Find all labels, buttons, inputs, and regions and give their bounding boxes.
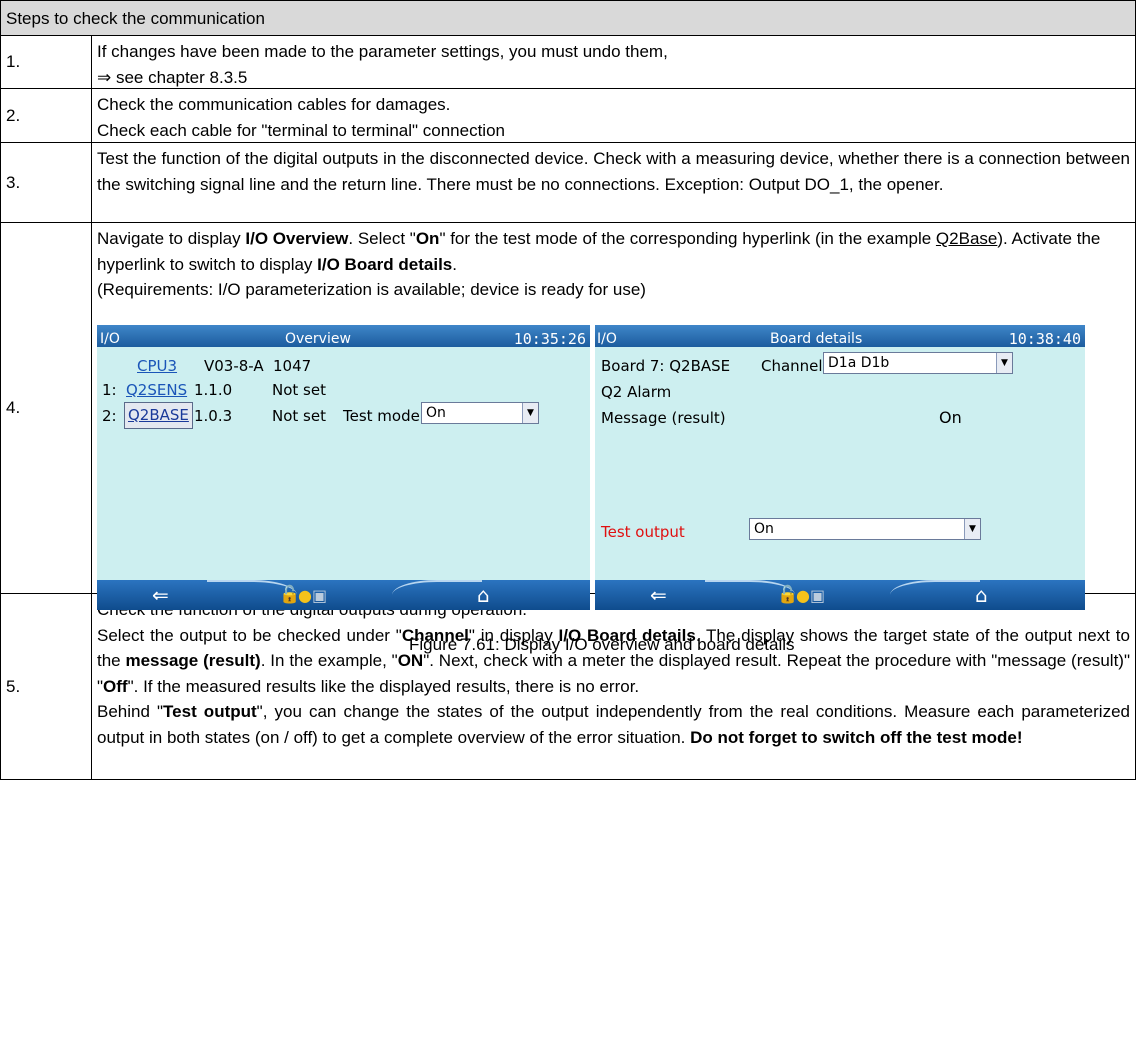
step-number: 1. [1,36,92,88]
q2base-link-button[interactable]: Q2BASE [124,401,193,429]
test-mode-select[interactable]: On ▼ [421,401,539,424]
table-header: Steps to check the communication [1,1,1135,36]
step-text: Navigate to display I/O Overview. Select… [92,223,1135,654]
nav-curve [890,579,980,610]
cpu-number: 1047 [273,356,312,375]
step-number: 3. [1,143,92,222]
module-status: Not set [272,406,326,425]
step-row-5: 5. Check the function of the digital out… [1,594,1135,779]
step-row-3: 3. Test the function of the digital outp… [1,143,1135,223]
screenshots: I/O Overview 10:35:26 CPU3 V03-8-A 1047 … [97,303,1130,654]
board-details-screen: I/O Board details 10:38:40 Board 7: Q2BA… [595,324,1085,610]
title-center: Overview [285,330,351,347]
step-text: Check the communication cables for damag… [92,89,1135,142]
title-left: I/O [597,330,617,347]
steps-table: Steps to check the communication 1. If c… [0,0,1136,780]
chevron-down-icon: ▼ [996,352,1012,373]
step-text: Test the function of the digital outputs… [97,149,1130,194]
back-arrow-icon[interactable]: ⇐ [650,583,667,609]
alarm-label: Q2 Alarm [601,382,672,401]
cpu-version: V03-8-A [204,356,264,375]
channel-label: Channel [761,356,823,375]
chevron-down-icon: ▼ [964,518,980,539]
module-version: 1.0.3 [194,406,233,425]
message-label: Message (result) [601,408,726,427]
step-number: 2. [1,89,92,142]
nav-curve [392,579,482,610]
step-row-1: 1. If changes have been made to the para… [1,36,1135,89]
bottom-nav: ⇐ 🔓 ● ▣ ⌂ [97,579,590,610]
bottom-nav: ⇐ 🔓 ● ▣ ⌂ [595,579,1085,610]
module-status: Not set [272,380,326,399]
row-index: 2: [102,406,117,425]
test-output-label: Test output [601,522,685,541]
channel-select[interactable]: D1a D1b ▼ [823,351,1013,374]
lock-icon: 🔓 [279,584,301,605]
monitor-icon: ▣ [312,585,328,605]
q2sens-link[interactable]: Q2SENS [126,378,187,404]
step-text: Check the function of the digital output… [92,594,1135,779]
message-value: On [939,407,962,427]
figure-caption: Figure 7.61: Display I/O overview and bo… [409,634,795,654]
module-version: 1.1.0 [194,380,233,399]
row-index: 1: [102,380,117,399]
title-bar: I/O Overview 10:35:26 [97,324,590,348]
step-line: Check each cable for "terminal to termin… [97,120,505,140]
home-icon[interactable]: ⌂ [975,583,988,609]
monitor-icon: ▣ [810,585,826,605]
clock: 10:35:26 [513,329,586,348]
chevron-down-icon: ▼ [522,402,538,423]
title-left: I/O [100,330,120,347]
step-paragraph: Behind "Test output", you can change the… [97,702,1130,747]
title-center: Board details [770,330,863,347]
clock: 10:38:40 [1008,329,1081,348]
step-paragraph: Navigate to display I/O Overview. Select… [97,229,1101,274]
cpu-link[interactable]: CPU3 [137,354,177,380]
step-row-2: 2. Check the communication cables for da… [1,89,1135,143]
step-number: 5. [1,594,92,779]
board-label: Board 7: Q2BASE [601,356,731,375]
home-icon[interactable]: ⌂ [477,583,490,609]
step-line: ⇒ see chapter 8.3.5 [97,67,248,87]
lock-icon: 🔓 [777,584,799,605]
io-overview-screen: I/O Overview 10:35:26 CPU3 V03-8-A 1047 … [97,324,590,610]
user-icon: ● [298,585,312,605]
step-row-4: 4. Navigate to display I/O Overview. Sel… [1,223,1135,654]
user-icon: ● [796,585,810,605]
back-arrow-icon[interactable]: ⇐ [152,583,169,609]
step-paragraph: (Requirements: I/O parameterization is a… [97,280,646,299]
step-line: If changes have been made to the paramet… [97,42,668,61]
step-text: If changes have been made to the paramet… [92,36,1135,88]
step-line: Check the communication cables for damag… [97,95,451,114]
test-mode-label: Test mode [343,406,420,425]
title-bar: I/O Board details 10:38:40 [595,324,1085,348]
step-number: 4. [1,223,92,593]
test-output-select[interactable]: On ▼ [749,517,981,540]
